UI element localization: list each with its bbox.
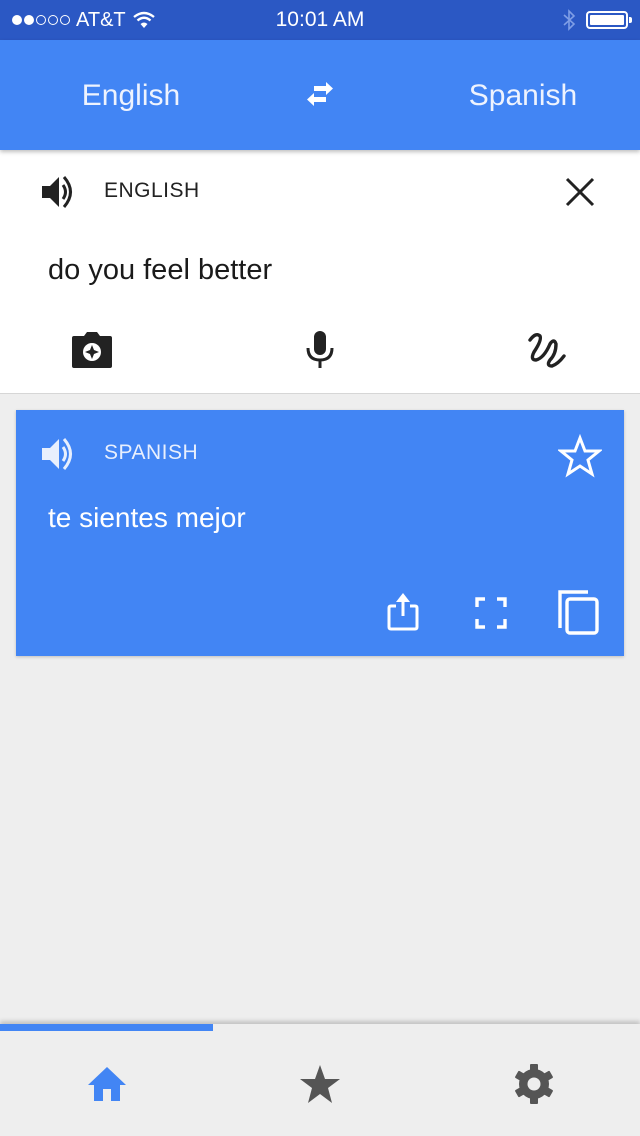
target-language-button[interactable]: Spanish (392, 40, 640, 150)
language-bar: English Spanish (0, 40, 640, 150)
copy-icon (558, 590, 599, 635)
target-language-label: SPANISH (104, 441, 199, 464)
input-card: ENGLISH do you feel better (0, 150, 640, 394)
camera-icon (72, 332, 112, 368)
tab-home[interactable] (0, 1031, 213, 1136)
tab-settings[interactable] (427, 1031, 640, 1136)
active-tab-indicator (0, 1024, 213, 1031)
source-language-label: ENGLISH (104, 179, 200, 202)
source-text-input[interactable]: do you feel better (48, 254, 272, 287)
star-outline-icon (556, 433, 604, 478)
fullscreen-button[interactable] (474, 596, 508, 635)
handwriting-icon (528, 332, 566, 368)
translation-card: SPANISH te sientes mejor (16, 410, 624, 656)
share-button[interactable] (386, 590, 420, 637)
speak-translation-button[interactable] (40, 434, 80, 474)
voice-input-button[interactable] (304, 330, 336, 375)
swap-arrows-icon (307, 82, 333, 106)
clear-input-button[interactable] (562, 174, 598, 215)
speaker-icon (42, 176, 72, 208)
gear-icon (514, 1063, 553, 1104)
fullscreen-icon (475, 597, 507, 629)
source-language-button[interactable]: English (0, 40, 262, 150)
share-icon (387, 593, 419, 631)
status-bar: AT&T 10:01 AM (0, 0, 640, 40)
camera-input-button[interactable] (70, 330, 114, 375)
speaker-icon (42, 438, 72, 470)
swap-languages-button[interactable] (296, 76, 344, 116)
battery-icon (586, 11, 632, 29)
close-icon (565, 177, 595, 207)
tab-phrasebook[interactable] (213, 1031, 426, 1136)
home-icon (87, 1066, 126, 1101)
status-time: 10:01 AM (275, 8, 365, 31)
speak-source-button[interactable] (40, 172, 80, 212)
microphone-icon (306, 331, 334, 368)
status-right (562, 0, 632, 40)
copy-button[interactable] (556, 588, 602, 641)
bluetooth-icon (563, 9, 576, 31)
star-icon (299, 1064, 340, 1103)
favorite-button[interactable] (556, 433, 604, 483)
handwriting-input-button[interactable] (526, 330, 568, 375)
bottom-tab-bar (0, 1024, 640, 1136)
translation-text: te sientes mejor (48, 502, 246, 533)
